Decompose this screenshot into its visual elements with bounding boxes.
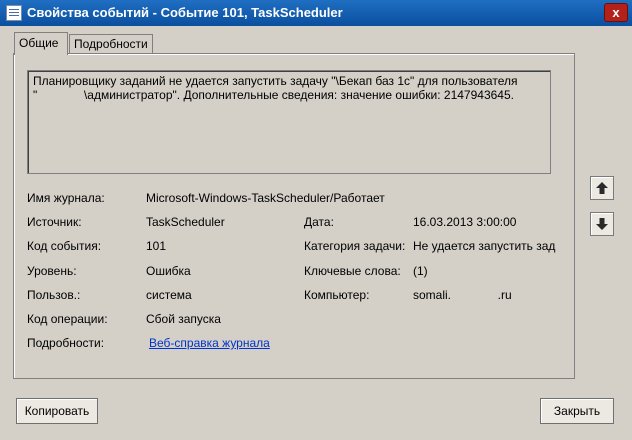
opcode-label: Код операции:	[27, 312, 108, 326]
tab-general[interactable]: Общие	[14, 32, 68, 55]
log-name-value: Microsoft-Windows-TaskScheduler/Работает	[146, 191, 385, 205]
description-line-2: " \администратор". Дополнительные сведен…	[33, 88, 514, 102]
computer-label: Компьютер:	[304, 288, 370, 302]
description-line-1: Планировщику заданий не удается запустит…	[33, 74, 518, 88]
user-value: система	[146, 288, 192, 302]
log-name-label: Имя журнала:	[27, 191, 105, 205]
user-label: Пользов.:	[27, 288, 81, 302]
task-category-value: Не удается запустить задач	[413, 239, 556, 253]
event-log-help-link[interactable]: Веб-справка журнала	[149, 336, 270, 350]
level-value: Ошибка	[146, 264, 191, 278]
previous-event-button[interactable]	[590, 176, 614, 200]
window-title: Свойства событий - Событие 101, TaskSche…	[27, 5, 343, 20]
more-info-label: Подробности:	[27, 336, 105, 350]
next-event-button[interactable]	[590, 212, 614, 236]
event-description[interactable]: Планировщику заданий не удается запустит…	[27, 70, 551, 174]
window-close-button[interactable]: x	[604, 3, 628, 22]
keywords-label: Ключевые слова:	[304, 264, 401, 278]
arrow-down-icon	[596, 218, 608, 230]
close-button[interactable]: Закрыть	[540, 398, 614, 424]
date-value: 16.03.2013 3:00:00	[413, 215, 517, 229]
copy-button[interactable]: Копировать	[16, 398, 98, 424]
opcode-value: Сбой запуска	[146, 312, 221, 326]
event-id-value: 101	[146, 239, 167, 253]
event-log-icon	[6, 5, 22, 21]
arrow-up-icon	[596, 182, 608, 194]
title-bar: Свойства событий - Событие 101, TaskSche…	[0, 0, 632, 26]
source-label: Источник:	[27, 215, 82, 229]
tab-details[interactable]: Подробности	[69, 34, 153, 54]
event-id-label: Код события:	[27, 239, 102, 253]
computer-value: somali. .ru	[413, 288, 512, 302]
keywords-value: (1)	[413, 264, 428, 278]
level-label: Уровень:	[27, 264, 77, 278]
task-category-label: Категория задачи:	[304, 239, 406, 253]
date-label: Дата:	[304, 215, 334, 229]
source-value: TaskScheduler	[146, 215, 225, 229]
